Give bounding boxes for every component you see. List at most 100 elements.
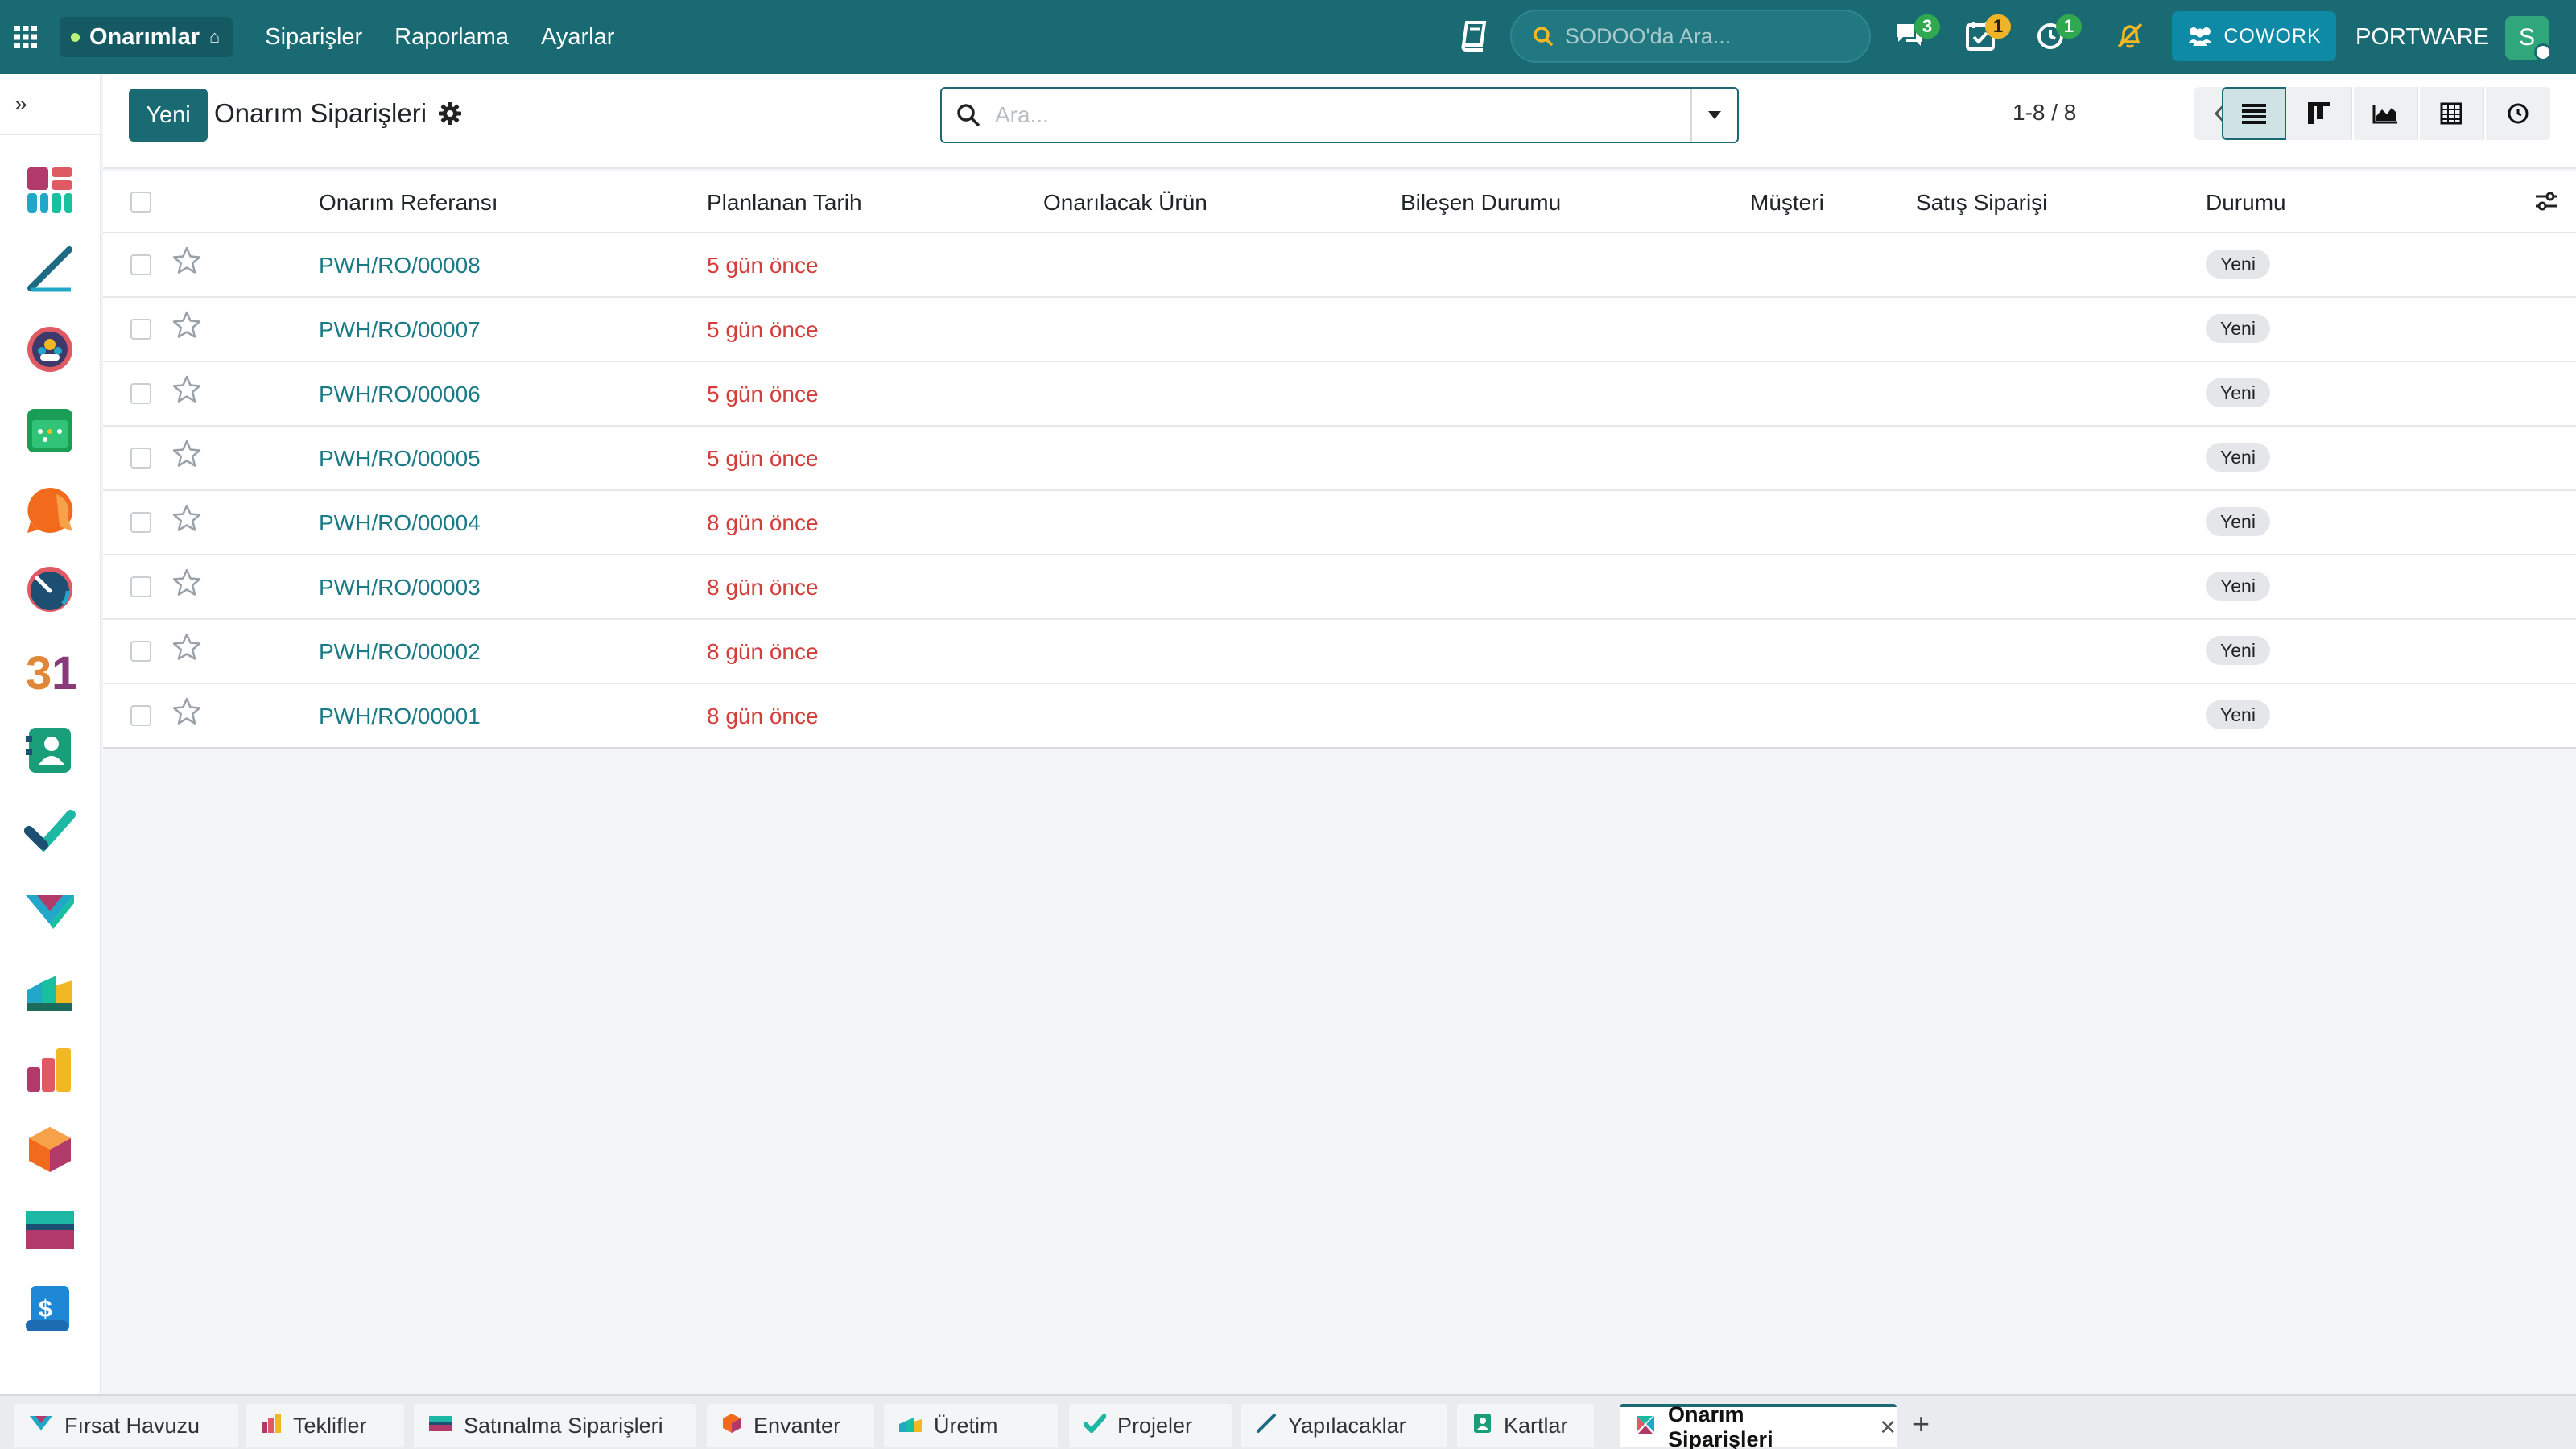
search-input[interactable]: [995, 98, 1655, 132]
contacts-icon[interactable]: [24, 724, 76, 776]
tab-label: Satınalma Siparişleri: [464, 1413, 663, 1438]
team-icon[interactable]: [24, 324, 76, 375]
repair-reference-link[interactable]: PWH/RO/00005: [319, 446, 481, 472]
tab-quotes[interactable]: Teklifler: [246, 1404, 404, 1447]
star-icon[interactable]: [172, 440, 201, 471]
activity-view-button[interactable]: [2486, 87, 2550, 140]
star-icon[interactable]: [172, 311, 201, 342]
add-tab-icon[interactable]: +: [1913, 1407, 1930, 1441]
star-icon[interactable]: [172, 633, 201, 664]
table-row[interactable]: PWH/RO/00008 5 gün önce Yeni: [103, 233, 2576, 298]
menu-siparisler[interactable]: Siparişler: [265, 24, 362, 51]
repair-reference-link[interactable]: PWH/RO/00006: [319, 382, 481, 407]
factory-icon[interactable]: [24, 963, 76, 1014]
column-header-component-status[interactable]: Bileşen Durumu: [1401, 190, 1561, 216]
search-bar[interactable]: [940, 87, 1739, 143]
table-row[interactable]: PWH/RO/00003 8 gün önce Yeni: [103, 555, 2576, 620]
sidebar-expand-icon[interactable]: »: [0, 74, 100, 135]
pager-value[interactable]: 1-8 / 8: [2013, 100, 2076, 126]
table-row[interactable]: PWH/RO/00001 8 gün önce Yeni: [103, 684, 2576, 749]
graph-view-button[interactable]: [2354, 87, 2418, 140]
table-row[interactable]: PWH/RO/00005 5 gün önce Yeni: [103, 427, 2576, 491]
tab-label: Fırsat Havuzu: [64, 1413, 200, 1438]
table-row[interactable]: PWH/RO/00002 8 gün önce Yeni: [103, 620, 2576, 684]
repair-reference-link[interactable]: PWH/RO/00004: [319, 510, 481, 536]
list-view-button[interactable]: [2222, 87, 2286, 140]
close-tab-icon[interactable]: ✕: [1879, 1415, 1897, 1440]
tab-repair[interactable]: Onarım Siparişleri ✕: [1620, 1402, 1897, 1449]
handshake-icon[interactable]: [24, 884, 76, 935]
repair-reference-link[interactable]: PWH/RO/00008: [319, 253, 481, 279]
chat-icon[interactable]: [24, 485, 76, 536]
muted-bell-icon[interactable]: [2114, 19, 2146, 56]
row-checkbox[interactable]: [130, 512, 151, 533]
bar-icon[interactable]: [24, 1043, 76, 1095]
app-grid-icon[interactable]: [0, 0, 52, 74]
column-header-reference[interactable]: Onarım Referansı: [319, 190, 498, 216]
repair-reference-link[interactable]: PWH/RO/00002: [319, 639, 481, 665]
scheduled-date: 5 gün önce: [707, 382, 819, 407]
menu-raporlama[interactable]: Raporlama: [394, 24, 509, 51]
tab-contacts[interactable]: Kartlar: [1457, 1404, 1594, 1447]
invoice-icon[interactable]: $: [24, 1283, 76, 1335]
status-badge: Yeni: [2206, 572, 2270, 601]
star-icon[interactable]: [172, 568, 201, 600]
column-header-sale-order[interactable]: Satış Siparişi: [1916, 190, 2047, 216]
tab-todo[interactable]: Yapılacaklar: [1241, 1404, 1447, 1447]
kanban-view-button[interactable]: [2288, 87, 2352, 140]
tab-crm-funnel[interactable]: Fırsat Havuzu: [14, 1404, 238, 1447]
caret-down-icon: [1708, 111, 1721, 119]
pen-icon[interactable]: [24, 243, 76, 295]
global-search-field[interactable]: SODOO'da Ara...: [1510, 10, 1871, 63]
menu-ayarlar[interactable]: Ayarlar: [541, 24, 614, 51]
scheduled-date: 8 gün önce: [707, 639, 819, 664]
row-checkbox[interactable]: [130, 705, 151, 726]
row-checkbox[interactable]: [130, 254, 151, 275]
gear-icon[interactable]: [438, 101, 462, 130]
pivot-view-button[interactable]: [2420, 87, 2484, 140]
table-row[interactable]: PWH/RO/00004 8 gün önce Yeni: [103, 491, 2576, 555]
row-checkbox[interactable]: [130, 319, 151, 340]
row-checkbox[interactable]: [130, 576, 151, 597]
card-icon[interactable]: [24, 1204, 76, 1256]
company-name[interactable]: PORTWARE: [2355, 24, 2489, 51]
search-options-toggle[interactable]: [1690, 89, 1737, 142]
row-checkbox[interactable]: [130, 448, 151, 469]
page-title[interactable]: Onarım Siparişleri: [214, 98, 427, 129]
star-icon[interactable]: [172, 697, 201, 729]
table-row[interactable]: PWH/RO/00006 5 gün önce Yeni: [103, 362, 2576, 427]
tab-purchase[interactable]: Satınalma Siparişleri: [414, 1404, 696, 1447]
tab-inventory[interactable]: Envanter: [707, 1404, 874, 1447]
knowledge-book-icon[interactable]: [1459, 19, 1489, 56]
home-icon: ⌂: [209, 27, 221, 47]
table-row[interactable]: PWH/RO/00007 5 gün önce Yeni: [103, 298, 2576, 362]
tab-manufacturing[interactable]: Üretim: [884, 1404, 1058, 1447]
column-header-scheduled-date[interactable]: Planlanan Tarih: [707, 190, 862, 216]
repair-reference-link[interactable]: PWH/RO/00003: [319, 575, 481, 601]
calendar-31-icon[interactable]: 31: [24, 644, 76, 696]
scheduled-date: 5 gün önce: [707, 317, 819, 342]
table-body: PWH/RO/00008 5 gün önce Yeni PWH/RO/00007 5 …: [103, 233, 2576, 749]
new-button[interactable]: Yeni: [129, 89, 208, 142]
star-icon[interactable]: [172, 246, 201, 278]
column-header-product[interactable]: Onarılacak Ürün: [1043, 190, 1208, 216]
select-all-checkbox[interactable]: [130, 192, 151, 213]
star-icon[interactable]: [172, 375, 201, 407]
cowork-button[interactable]: COWORK: [2172, 11, 2336, 61]
dashboard-icon[interactable]: [24, 164, 76, 216]
star-icon[interactable]: [172, 504, 201, 535]
dial-icon[interactable]: [24, 564, 76, 615]
row-checkbox[interactable]: [130, 641, 151, 662]
calendar-icon[interactable]: [24, 404, 76, 456]
column-header-customer[interactable]: Müşteri: [1750, 190, 1824, 216]
cube-icon[interactable]: [24, 1124, 76, 1175]
check-icon[interactable]: [24, 803, 76, 855]
repair-reference-link[interactable]: PWH/RO/00007: [319, 317, 481, 343]
row-checkbox[interactable]: [130, 383, 151, 404]
optional-columns-icon[interactable]: [2534, 190, 2558, 217]
tab-projects[interactable]: Projeler: [1069, 1404, 1232, 1447]
column-header-status[interactable]: Durumu: [2206, 190, 2286, 216]
repair-reference-link[interactable]: PWH/RO/00001: [319, 704, 481, 729]
current-app-button[interactable]: Onarımlar ⌂: [60, 17, 233, 57]
crm-funnel-icon: [29, 1414, 53, 1439]
